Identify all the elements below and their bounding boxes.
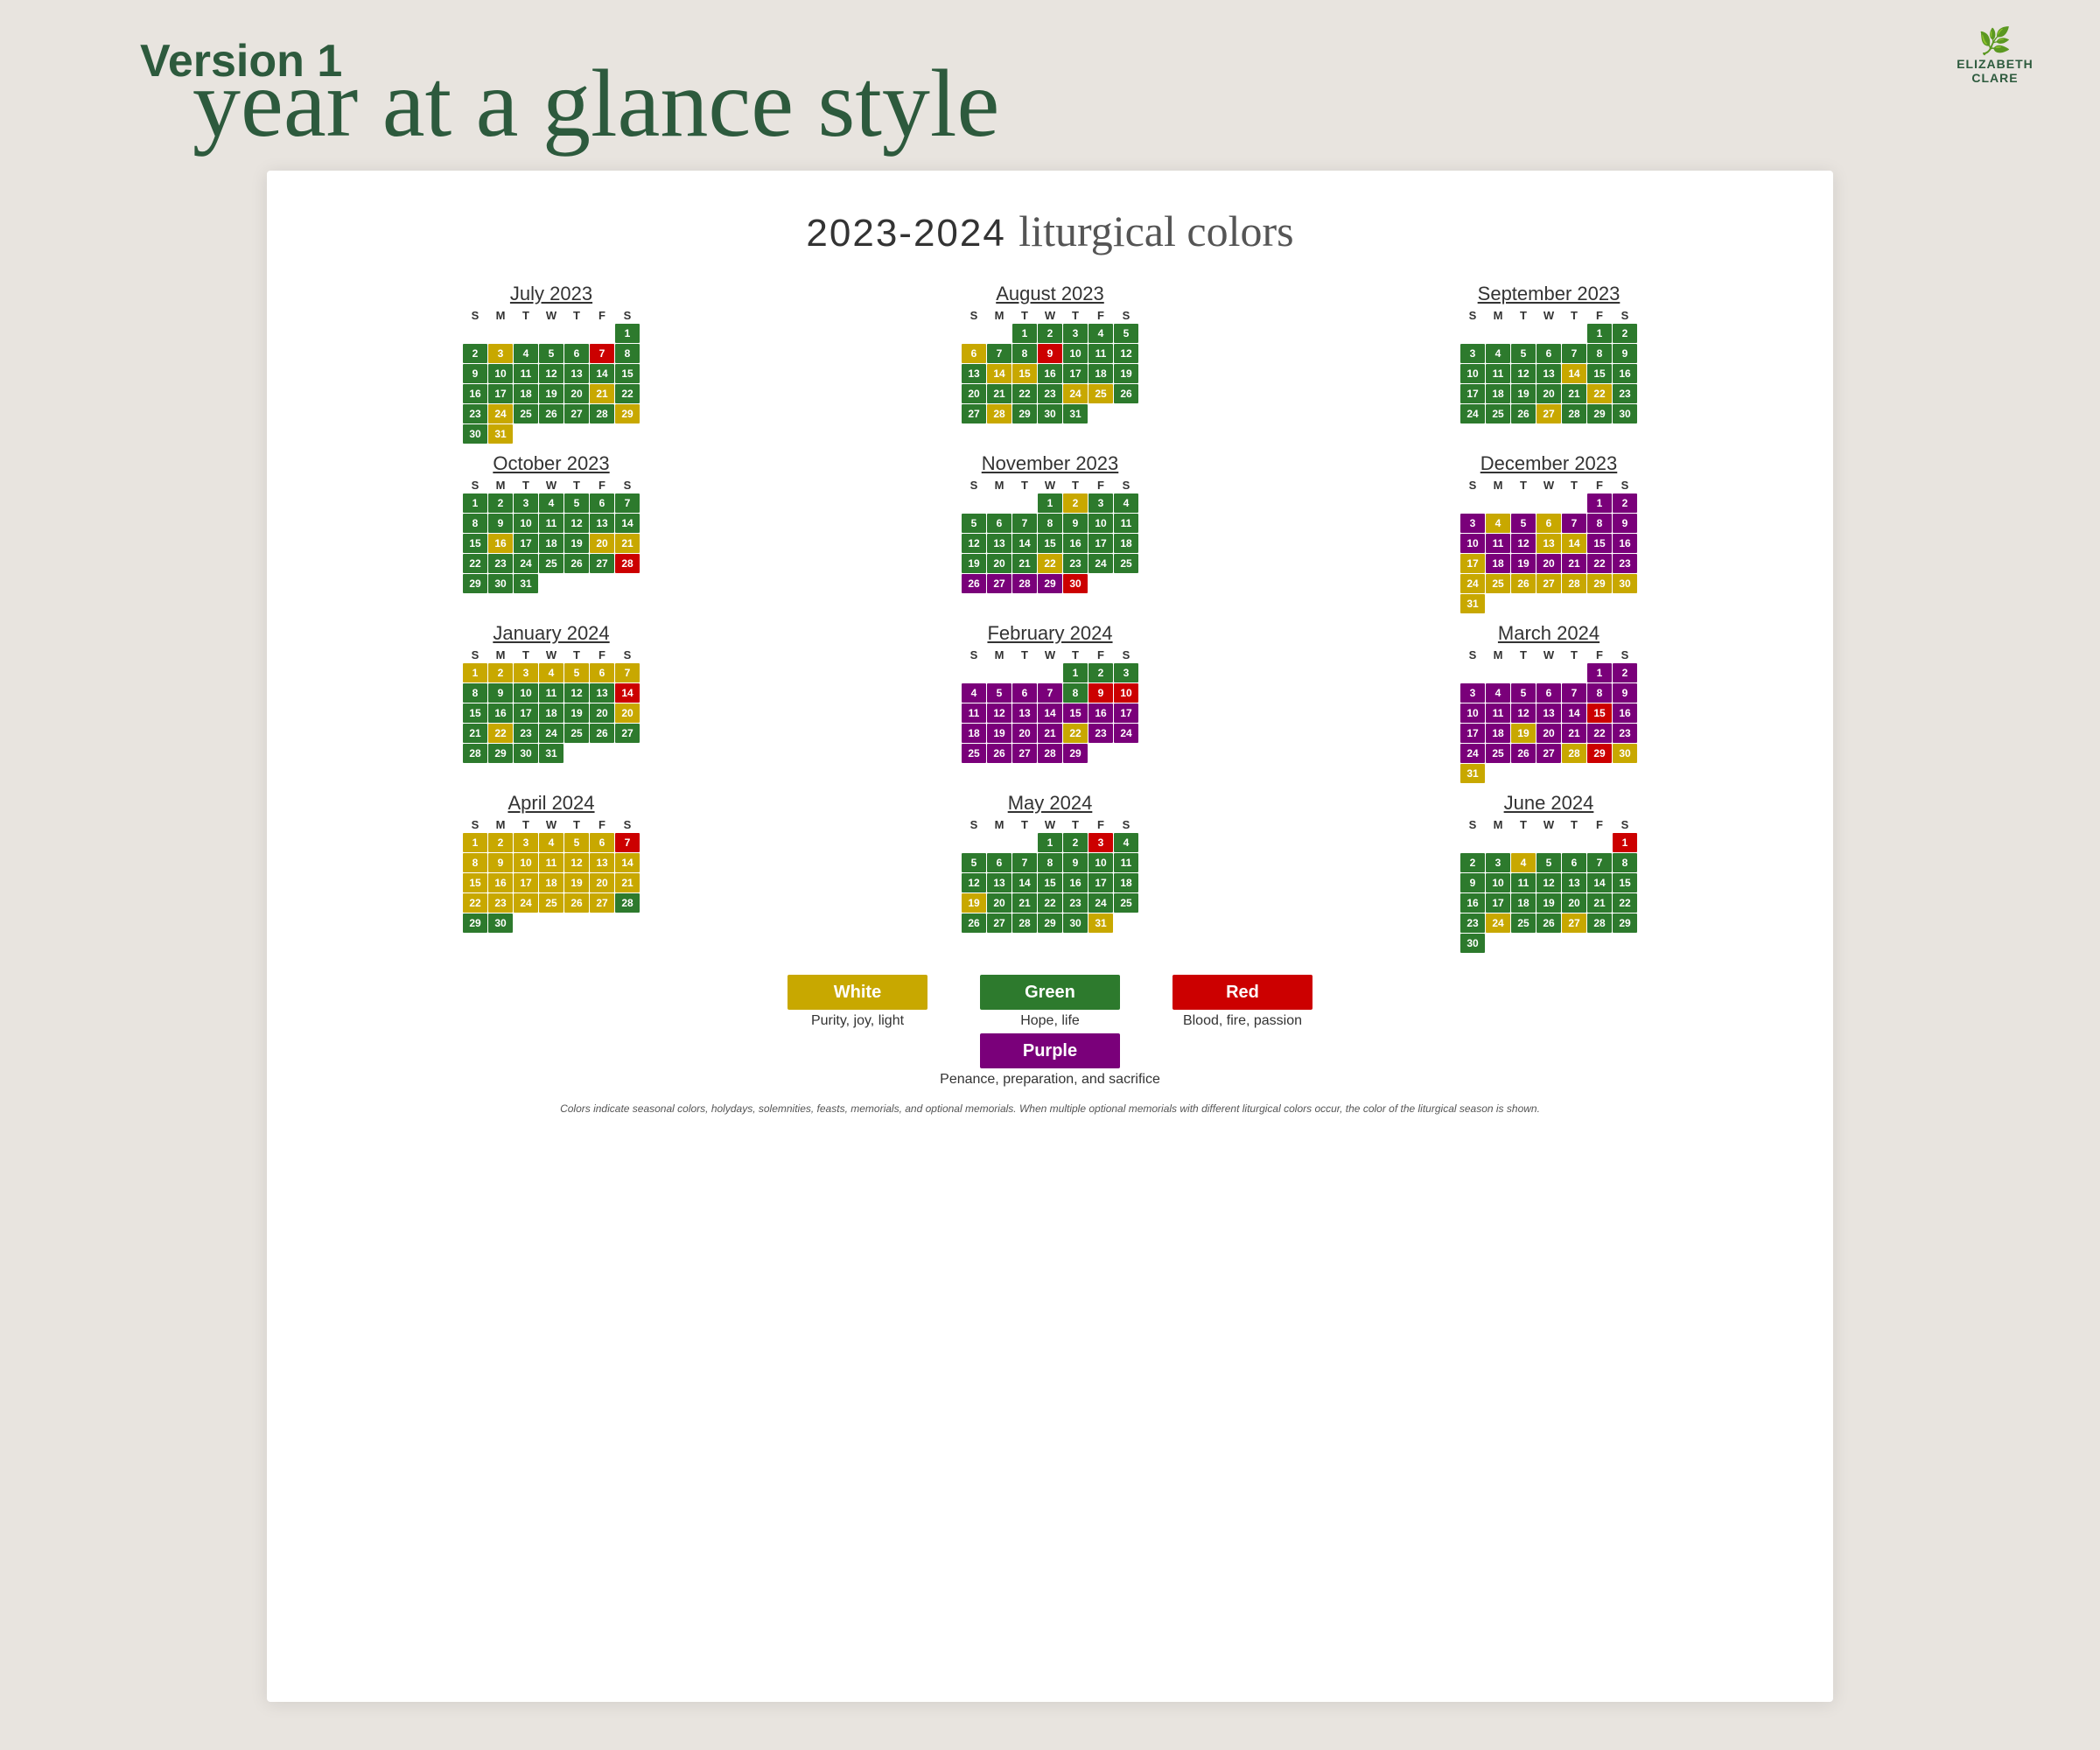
legend: White Purity, joy, light Green Hope, lif… (311, 975, 1789, 1029)
month-april-2024: April 2024 SMTWTFS 1234567 891011121314 … (311, 792, 792, 953)
cal-body-december-2023: 12 3456789 10111213141516 17181920212223… (1460, 494, 1637, 613)
legend-white-desc: Purity, joy, light (811, 1013, 904, 1029)
month-may-2024: May 2024 SMTWTFS 1234 567891011 12131415… (809, 792, 1291, 953)
cal-header: SMTWTFS (962, 648, 1138, 662)
cal-header: SMTWTFS (1460, 309, 1637, 322)
month-august-2023-title: August 2023 (996, 283, 1104, 305)
month-september-2023-title: September 2023 (1478, 283, 1620, 305)
script-title: year at a glance style (192, 48, 999, 159)
cal-body-february-2024: 123 45678910 11121314151617 181920212223… (962, 663, 1138, 763)
cal-body-august-2023: 12345 6789101112 13141516171819 20212223… (962, 324, 1138, 424)
legend-green-box: Green (980, 975, 1120, 1010)
legend-purple-desc: Penance, preparation, and sacrifice (940, 1072, 1160, 1088)
cal-header: SMTWTFS (463, 479, 640, 492)
cal-header: SMTWTFS (1460, 479, 1637, 492)
page: { "header": { "version": "Version 1", "s… (0, 0, 2100, 1750)
cal-body-january-2024: 1234567 891011121314 15161718192020 2122… (463, 663, 640, 763)
cal-header: SMTWTFS (1460, 648, 1637, 662)
logo-text: ELIZABETH CLARE (1942, 57, 2048, 85)
month-january-2024: January 2024 SMTWTFS 1234567 89101112131… (311, 622, 792, 783)
logo-icon: 🌿 (1978, 26, 2011, 57)
legend-red-desc: Blood, fire, passion (1183, 1013, 1302, 1029)
month-august-2023: August 2023 SMTWTFS 12345 6789101112 131… (809, 283, 1291, 444)
cal-body-october-2023: 1234567 891011121314 15161718192021 2223… (463, 494, 640, 593)
month-november-2023-title: November 2023 (982, 452, 1119, 475)
legend-green: Green Hope, life (980, 975, 1120, 1029)
calendars-grid: July 2023 SMTWTFS 1 2345678 910111213141… (311, 283, 1789, 953)
legend-red-box: Red (1172, 975, 1312, 1010)
month-february-2024-title: February 2024 (987, 622, 1112, 645)
month-march-2024: March 2024 SMTWTFS 12 3456789 1011121314… (1308, 622, 1789, 783)
card-title: 2023-2024 liturgical colors (311, 206, 1789, 256)
month-september-2023: September 2023 SMTWTFS 12 3456789 101112… (1308, 283, 1789, 444)
title-year: 2023-2024 (806, 212, 1005, 255)
legend-purple-row: Purple Penance, preparation, and sacrifi… (311, 1033, 1789, 1088)
month-february-2024: February 2024 SMTWTFS 123 45678910 11121… (809, 622, 1291, 783)
cal-body-june-2024: 1 2345678 9101112131415 16171819202122 2… (1460, 833, 1637, 953)
title-script: liturgical colors (1018, 206, 1293, 256)
month-july-2023: July 2023 SMTWTFS 1 2345678 910111213141… (311, 283, 792, 444)
cal-header: SMTWTFS (962, 309, 1138, 322)
legend-red: Red Blood, fire, passion (1172, 975, 1312, 1029)
legend-green-desc: Hope, life (1020, 1013, 1080, 1029)
month-october-2023: October 2023 SMTWTFS 1234567 89101112131… (311, 452, 792, 613)
cal-body-september-2023: 12 3456789 10111213141516 17181920212223… (1460, 324, 1637, 424)
cal-header: SMTWTFS (962, 818, 1138, 831)
cal-body-march-2024: 12 3456789 10111213141516 17181920212223… (1460, 663, 1637, 783)
logo: 🌿 ELIZABETH CLARE (1942, 26, 2048, 96)
footnote: Colors indicate seasonal colors, holyday… (311, 1101, 1789, 1116)
legend-white-box: White (788, 975, 928, 1010)
cal-header: SMTWTFS (463, 309, 640, 322)
month-december-2023-title: December 2023 (1480, 452, 1618, 475)
cal-header: SMTWTFS (463, 648, 640, 662)
cal-header: SMTWTFS (463, 818, 640, 831)
cal-body-april-2024: 1234567 891011121314 15161718192021 2223… (463, 833, 640, 933)
cal-header: SMTWTFS (962, 479, 1138, 492)
month-november-2023: November 2023 SMTWTFS 1234 567891011 121… (809, 452, 1291, 613)
legend-white: White Purity, joy, light (788, 975, 928, 1029)
month-june-2024-title: June 2024 (1504, 792, 1594, 815)
legend-purple-box: Purple (980, 1033, 1120, 1068)
month-june-2024: June 2024 SMTWTFS 1 2345678 910111213141… (1308, 792, 1789, 953)
cal-body-july-2023: 1 2345678 9101112131415 16171819202122 2… (463, 324, 640, 444)
month-july-2023-title: July 2023 (510, 283, 592, 305)
cal-body-november-2023: 1234 567891011 12131415161718 1920212223… (962, 494, 1138, 593)
month-january-2024-title: January 2024 (493, 622, 609, 645)
main-card: 2023-2024 liturgical colors July 2023 SM… (267, 171, 1833, 1702)
cal-body-may-2024: 1234 567891011 12131415161718 1920212223… (962, 833, 1138, 933)
month-april-2024-title: April 2024 (508, 792, 594, 815)
month-may-2024-title: May 2024 (1008, 792, 1093, 815)
month-october-2023-title: October 2023 (493, 452, 609, 475)
month-december-2023: December 2023 SMTWTFS 12 3456789 1011121… (1308, 452, 1789, 613)
cal-header: SMTWTFS (1460, 818, 1637, 831)
month-march-2024-title: March 2024 (1498, 622, 1600, 645)
